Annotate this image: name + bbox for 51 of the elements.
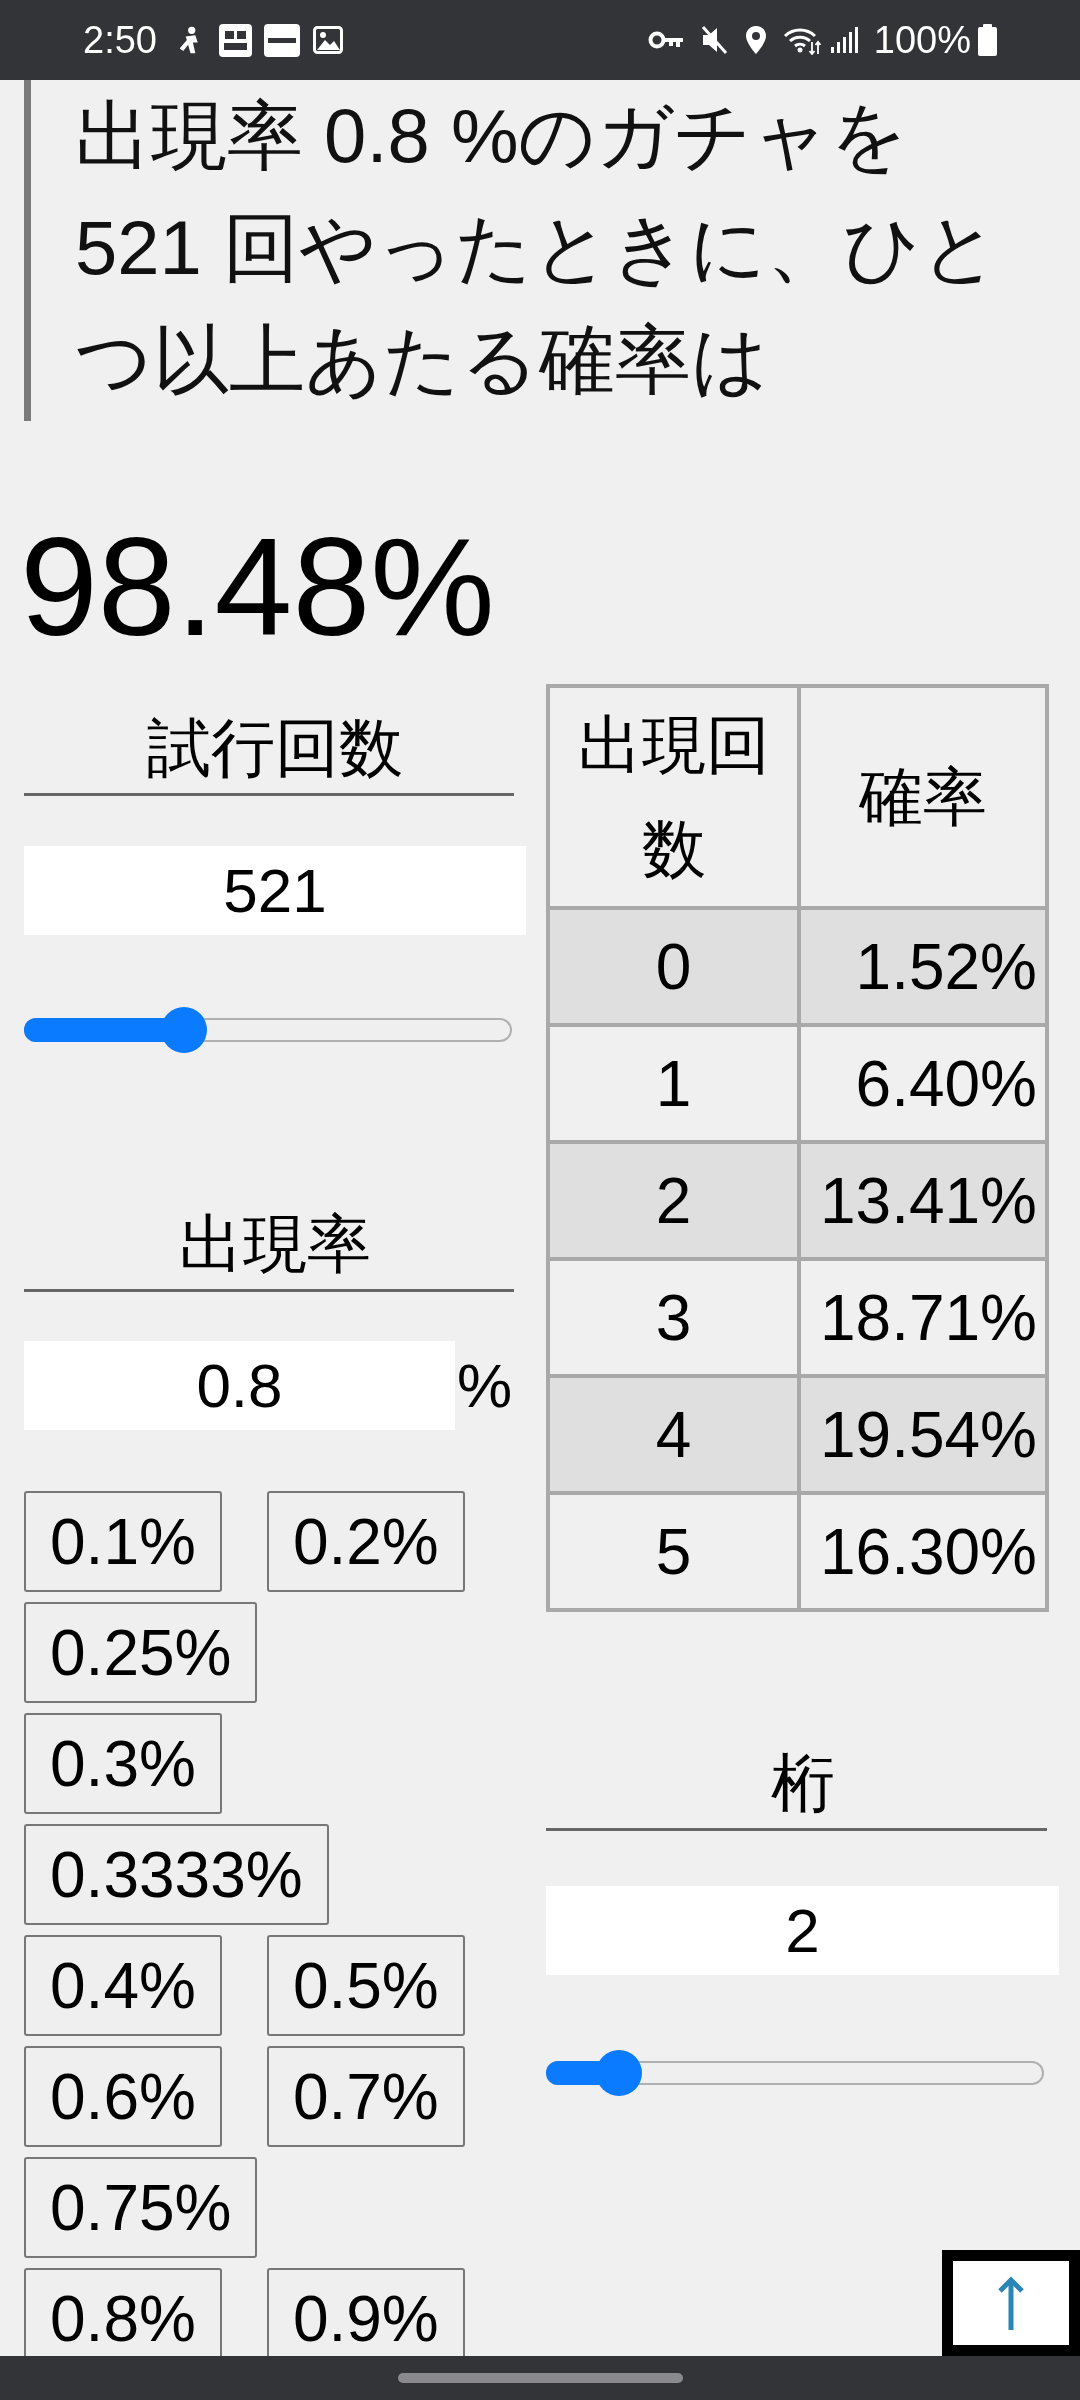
location-pin-icon [744, 25, 767, 55]
table-cell: 3 [548, 1259, 799, 1376]
preset-button[interactable]: 0.3333% [24, 1824, 329, 1925]
section-label: 出現率 [179, 1207, 371, 1282]
preset-button[interactable]: 0.4% [24, 1935, 222, 2036]
preset-button[interactable]: 0.8% [24, 2268, 222, 2356]
slider-thumb[interactable] [161, 1007, 207, 1053]
table-cell: 4 [548, 1376, 799, 1493]
preset-button[interactable]: 0.5% [266, 1935, 465, 2036]
table-header-cell: 確率 [799, 686, 1047, 908]
table-cell: 2 [548, 1142, 799, 1259]
muted-speaker-icon [699, 25, 728, 55]
question-text: 出現率 0.8 %のガチャを521 回やったときに、ひとつ以上あたる確率は [75, 92, 1000, 404]
preset-button[interactable]: 0.2% [266, 1491, 465, 1592]
preset-button[interactable]: 0.25% [24, 1602, 258, 1703]
battery-percent: 100% [873, 21, 971, 59]
table-cell: 19.54% [799, 1376, 1047, 1493]
result-value: 98.48% [20, 517, 495, 657]
preset-button[interactable]: 0.6% [24, 2046, 222, 2147]
slider-track[interactable] [546, 2061, 1044, 2085]
unit-label: % [457, 1354, 513, 1417]
input-field[interactable]: 0.8 [24, 1341, 455, 1430]
preset-button[interactable]: 0.1% [24, 1491, 222, 1592]
gesture-handle[interactable] [397, 2373, 683, 2383]
table-cell: 0 [548, 908, 799, 1025]
app-icon [218, 23, 252, 57]
key-icon [647, 30, 683, 50]
table-cell: 18.71% [799, 1259, 1047, 1376]
image-icon [312, 26, 343, 54]
table-cell: 13.41% [799, 1142, 1047, 1259]
preset-button[interactable]: 0.75% [24, 2157, 258, 2258]
status-time: 2:50 [83, 21, 157, 59]
table-header-cell: 出現回数 [548, 686, 799, 908]
preset-button[interactable]: 0.7% [266, 2046, 465, 2147]
preset-button[interactable]: 0.9% [266, 2268, 465, 2356]
slider-track[interactable] [24, 1018, 512, 1042]
back-to-top-button[interactable] [942, 2250, 1080, 2356]
app-icon [263, 23, 300, 57]
preset-button[interactable]: 0.3% [24, 1713, 222, 1814]
signal-icon [830, 27, 858, 53]
input-field[interactable]: 2 [546, 1886, 1059, 1975]
table-cell: 1 [548, 1025, 799, 1142]
section-label: 桁 [770, 1746, 835, 1821]
table-cell: 5 [548, 1493, 799, 1610]
input-field[interactable]: 521 [24, 846, 526, 935]
table-cell: 16.30% [799, 1493, 1047, 1610]
table-cell: 6.40% [799, 1025, 1047, 1142]
table-cell: 1.52% [799, 908, 1047, 1025]
section-label: 試行回数 [147, 711, 403, 786]
battery-icon [978, 24, 997, 56]
up-arrow-icon [996, 2276, 1026, 2330]
